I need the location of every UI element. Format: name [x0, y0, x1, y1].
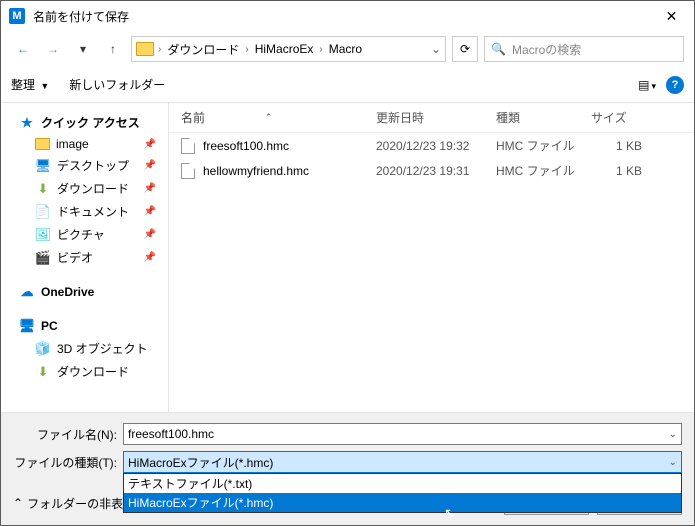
- sidebar-item[interactable]: 🧊3D オブジェクト: [1, 337, 168, 360]
- filetype-select[interactable]: HiMacroExファイル(*.hmc) ⌄ テキストファイル(*.txt) H…: [123, 451, 682, 473]
- sidebar-item[interactable]: 📄ドキュメント📌: [1, 200, 168, 223]
- pin-icon: 📌: [144, 206, 156, 217]
- sidebar-item[interactable]: ⬇ダウンロード📌: [1, 177, 168, 200]
- file-icon: [181, 138, 195, 154]
- organize-button[interactable]: 整理 ▼: [11, 76, 49, 93]
- sidebar-item[interactable]: image📌: [1, 134, 168, 154]
- filetype-dropdown: テキストファイル(*.txt) HiMacroExファイル(*.hmc) ↖: [123, 473, 682, 513]
- sidebar-item[interactable]: 🎬ビデオ📌: [1, 246, 168, 269]
- chevron-down-icon[interactable]: ⌄: [669, 429, 677, 440]
- sidebar-item[interactable]: 🖼ピクチャ📌: [1, 223, 168, 246]
- refresh-button[interactable]: ⟳: [452, 36, 478, 62]
- pin-icon: 📌: [144, 229, 156, 240]
- desktop-icon: 🖥: [35, 158, 51, 174]
- content-area: ★クイック アクセス image📌 🖥デスクトップ📌 ⬇ダウンロード📌 📄ドキュ…: [1, 103, 694, 412]
- column-headers: 名前⌃ 更新日時 種類 サイズ: [169, 103, 694, 133]
- sidebar-onedrive[interactable]: ☁OneDrive: [1, 281, 168, 303]
- file-row[interactable]: freesoft100.hmc 2020/12/23 19:32 HMC ファイ…: [169, 133, 694, 158]
- pin-icon: 📌: [144, 160, 156, 171]
- chevron-right-icon: ›: [319, 44, 322, 55]
- bottom-panel: ファイル名(N): freesoft100.hmc ⌄ ファイルの種類(T): …: [1, 412, 694, 525]
- chevron-up-icon: ⌃: [13, 496, 23, 510]
- up-level-button[interactable]: ↑: [101, 37, 125, 61]
- col-type[interactable]: 種類: [496, 109, 591, 126]
- chevron-right-icon: ›: [158, 44, 161, 55]
- sidebar-pc[interactable]: 🖥PC: [1, 315, 168, 337]
- col-date[interactable]: 更新日時: [376, 109, 496, 126]
- breadcrumb-item[interactable]: ダウンロード: [165, 41, 241, 58]
- breadcrumb-item[interactable]: Macro: [327, 42, 364, 56]
- file-icon: [181, 163, 195, 179]
- cloud-icon: ☁: [19, 284, 35, 300]
- folder-icon: [136, 42, 154, 56]
- video-icon: 🎬: [35, 250, 51, 266]
- chevron-down-icon[interactable]: ⌄: [669, 457, 677, 468]
- app-icon: M: [9, 8, 25, 24]
- filename-label: ファイル名(N):: [13, 426, 123, 443]
- window-title: 名前を付けて保存: [33, 8, 649, 25]
- 3d-icon: 🧊: [35, 341, 51, 357]
- sidebar: ★クイック アクセス image📌 🖥デスクトップ📌 ⬇ダウンロード📌 📄ドキュ…: [1, 103, 169, 412]
- breadcrumb[interactable]: › ダウンロード › HiMacroEx › Macro ⌄: [131, 36, 446, 62]
- address-bar: ← → ▾ ↑ › ダウンロード › HiMacroEx › Macro ⌄ ⟳…: [1, 31, 694, 67]
- pin-icon: 📌: [144, 252, 156, 263]
- download-icon: ⬇: [35, 181, 51, 197]
- filetype-option-selected[interactable]: HiMacroExファイル(*.hmc) ↖: [124, 493, 681, 512]
- sidebar-quick-access[interactable]: ★クイック アクセス: [1, 111, 168, 134]
- toolbar: 整理 ▼ 新しいフォルダー ▤▾ ?: [1, 67, 694, 103]
- back-button[interactable]: ←: [11, 37, 35, 61]
- pc-icon: 🖥: [19, 318, 35, 334]
- chevron-down-icon[interactable]: ⌄: [431, 42, 441, 56]
- folder-icon: [35, 138, 50, 150]
- breadcrumb-item[interactable]: HiMacroEx: [253, 42, 316, 56]
- picture-icon: 🖼: [35, 227, 51, 243]
- star-icon: ★: [19, 115, 35, 131]
- sidebar-item[interactable]: ⬇ダウンロード: [1, 360, 168, 383]
- help-icon[interactable]: ?: [666, 76, 684, 94]
- chevron-right-icon: ›: [245, 44, 248, 55]
- file-list: 名前⌃ 更新日時 種類 サイズ freesoft100.hmc 2020/12/…: [169, 103, 694, 412]
- filename-input[interactable]: freesoft100.hmc ⌄: [123, 423, 682, 445]
- title-bar: M 名前を付けて保存 ✕: [1, 1, 694, 31]
- close-button[interactable]: ✕: [649, 1, 694, 31]
- search-input[interactable]: 🔍 Macroの検索: [484, 36, 684, 62]
- col-name[interactable]: 名前⌃: [181, 109, 376, 126]
- pin-icon: 📌: [144, 183, 156, 194]
- view-button[interactable]: ▤▾: [638, 78, 656, 92]
- pin-icon: 📌: [144, 139, 156, 150]
- col-size[interactable]: サイズ: [591, 109, 682, 126]
- sort-indicator: ⌃: [265, 112, 273, 123]
- search-placeholder: Macroの検索: [512, 41, 581, 58]
- download-icon: ⬇: [35, 364, 51, 380]
- search-icon: 🔍: [491, 42, 506, 56]
- sidebar-item[interactable]: 🖥デスクトップ📌: [1, 154, 168, 177]
- file-row[interactable]: hellowmyfriend.hmc 2020/12/23 19:31 HMC …: [169, 158, 694, 183]
- up-button[interactable]: ▾: [71, 37, 95, 61]
- hide-folders-button[interactable]: ⌃ フォルダーの非表示: [13, 495, 135, 512]
- forward-button[interactable]: →: [41, 37, 65, 61]
- document-icon: 📄: [35, 204, 51, 220]
- filetype-label: ファイルの種類(T):: [13, 454, 123, 471]
- filetype-option[interactable]: テキストファイル(*.txt): [124, 474, 681, 493]
- new-folder-button[interactable]: 新しいフォルダー: [69, 76, 165, 93]
